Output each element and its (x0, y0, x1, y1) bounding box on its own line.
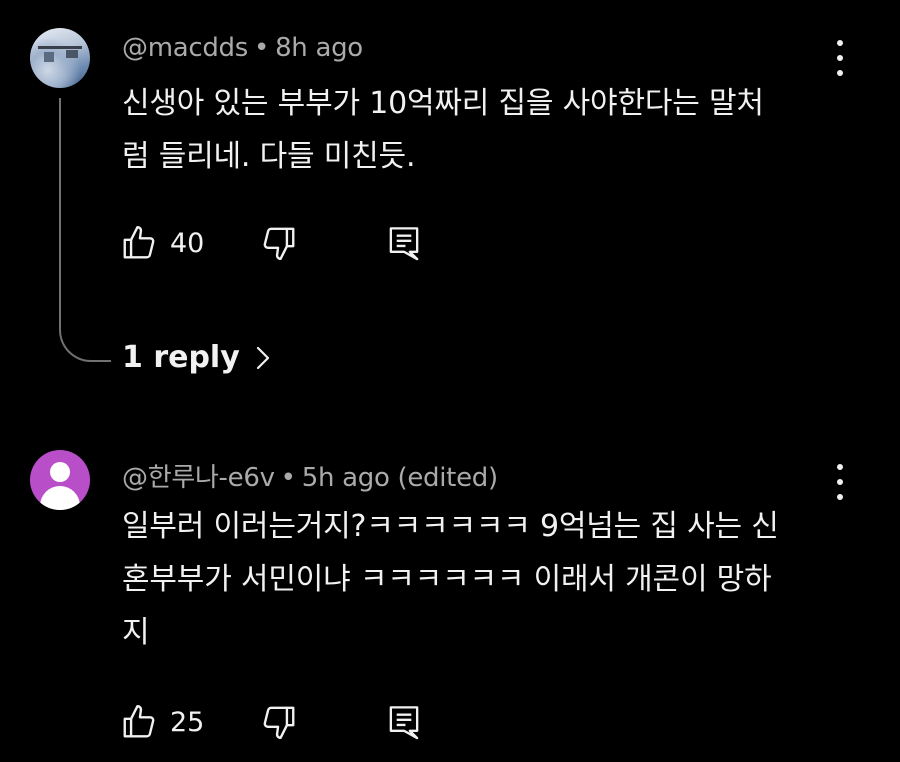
reply-comment-icon (389, 706, 419, 740)
comment-text-line: 일부러 이러는거지?ㅋㅋㅋㅋㅋㅋ 9억넘는 집 사는 신 (122, 509, 779, 544)
person-icon (50, 462, 70, 482)
author-name[interactable]: @한루나-e6v (122, 463, 275, 493)
more-vertical-icon (837, 464, 843, 470)
comment-text: 일부러 이러는거지?ㅋㅋㅋㅋㅋㅋ 9억넘는 집 사는 신 혼부부가 서민이냐 ㅋ… (122, 500, 842, 659)
comment-text-line: 지 (122, 615, 150, 650)
thumbs-down-icon (263, 706, 295, 740)
more-options-button[interactable] (828, 464, 852, 500)
comment-meta: @한루나-e6v • 5h ago (edited) (122, 457, 498, 494)
like-button[interactable]: 25 (120, 702, 204, 742)
meta-separator: • (280, 463, 296, 493)
comment-time: 5h ago (edited) (301, 463, 498, 493)
like-count: 25 (170, 706, 205, 738)
comment-2: @한루나-e6v • 5h ago (edited) 일부러 이러는거지?ㅋㅋㅋㅋㅋ… (0, 0, 900, 762)
thumbs-up-icon (123, 704, 155, 738)
comment-actions: 25 (120, 702, 440, 742)
author-avatar[interactable] (30, 450, 90, 510)
dislike-button[interactable] (260, 702, 298, 742)
comment-text-line: 혼부부가 서민이냐 ㅋㅋㅋㅋㅋㅋ 이래서 개콘이 망하 (122, 562, 772, 597)
reply-button[interactable] (386, 702, 422, 742)
